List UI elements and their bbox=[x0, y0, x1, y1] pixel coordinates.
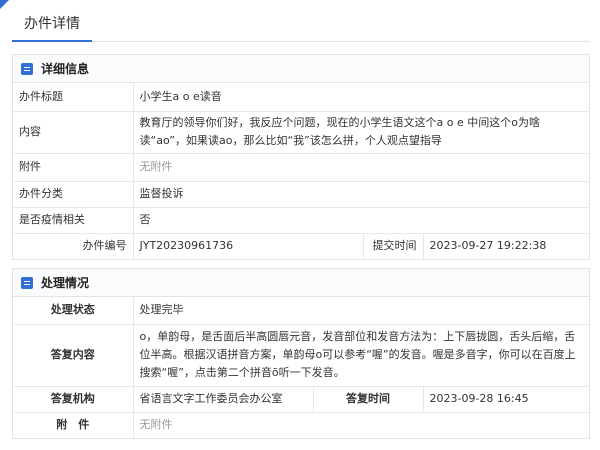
handling-panel-title: 处理情况 bbox=[41, 276, 90, 290]
attachment-value: 无附件 bbox=[132, 152, 589, 181]
content-label: 内容 bbox=[13, 110, 133, 153]
epidemic-label: 是否疫情相关 bbox=[13, 206, 133, 233]
handling-attachment-value: 无附件 bbox=[132, 411, 590, 438]
status-value: 处理完毕 bbox=[132, 297, 590, 324]
detail-table: 办件标题 小学生a o e读音 内容 教育厅的领导你们好，我反应个问题，现在的小… bbox=[13, 83, 589, 259]
handling-panel-header: 处理情况 bbox=[13, 269, 589, 297]
reply-label: 答复内容 bbox=[13, 323, 133, 386]
table-row: 答复内容 o，单韵母，是舌面后半高圆唇元音，发音部位和发音方法为：上下唇拢圆，舌… bbox=[13, 323, 590, 386]
table-row: 办件编号 JYT20230961736 提交时间 2023-09-27 19:2… bbox=[13, 232, 589, 259]
table-row: 办件分类 监督投诉 bbox=[13, 180, 589, 207]
title-value: 小学生a o e读音 bbox=[132, 83, 589, 111]
reply-time-label: 答复时间 bbox=[312, 385, 423, 412]
epidemic-value: 否 bbox=[132, 206, 589, 233]
submit-time-label: 提交时间 bbox=[362, 232, 423, 259]
title-underline bbox=[12, 40, 92, 42]
reply-time-value: 2023-09-28 16:45 bbox=[422, 385, 590, 412]
table-row: 办件标题 小学生a o e读音 bbox=[13, 83, 589, 111]
submit-time-value: 2023-09-27 19:22:38 bbox=[422, 232, 589, 259]
org-label: 答复机构 bbox=[13, 385, 133, 412]
title-divider bbox=[12, 41, 590, 42]
table-row: 内容 教育厅的领导你们好，我反应个问题，现在的小学生语文这个a o e 中间这个… bbox=[13, 110, 589, 153]
handling-panel: 处理情况 处理状态 处理完毕 答复内容 o，单韵母，是舌面后半高圆唇元音，发音部… bbox=[12, 268, 590, 439]
status-label: 处理状态 bbox=[50, 303, 95, 317]
handling-attachment-label: 附 件 bbox=[13, 411, 133, 438]
attachment-label: 附件 bbox=[13, 152, 133, 181]
detail-panel-header: 详细信息 bbox=[13, 55, 589, 83]
table-row: 附 件 无附件 bbox=[13, 411, 590, 438]
category-label: 办件分类 bbox=[13, 180, 133, 207]
table-row: 答复机构 省语言文字工作委员会办公室 答复时间 2023-09-28 16:45 bbox=[13, 385, 590, 412]
content-value: 教育厅的领导你们好，我反应个问题，现在的小学生语文这个a o e 中间这个o为啥… bbox=[132, 110, 589, 153]
list-icon bbox=[21, 62, 33, 75]
title-label: 办件标题 bbox=[19, 89, 63, 103]
table-row: 附件 无附件 bbox=[13, 152, 589, 181]
table-row: 是否疫情相关 否 bbox=[13, 206, 589, 233]
number-value: JYT20230961736 bbox=[132, 232, 363, 259]
number-label: 办件编号 bbox=[13, 232, 133, 259]
corner-accent bbox=[0, 0, 9, 9]
category-value: 监督投诉 bbox=[132, 180, 589, 207]
handling-table: 处理状态 处理完毕 答复内容 o，单韵母，是舌面后半高圆唇元音，发音部位和发音方… bbox=[13, 297, 590, 438]
reply-value: o，单韵母，是舌面后半高圆唇元音，发音部位和发音方法为：上下唇拢圆，舌头后缩，舌… bbox=[132, 323, 590, 386]
detail-panel-title: 详细信息 bbox=[41, 62, 90, 76]
detail-panel: 详细信息 办件标题 小学生a o e读音 内容 教育厅的领导你们好，我反应个问题… bbox=[12, 54, 590, 260]
page-title: 办件详情 bbox=[24, 16, 80, 32]
list-icon bbox=[21, 276, 33, 289]
table-row: 处理状态 处理完毕 bbox=[13, 297, 590, 324]
org-value: 省语言文字工作委员会办公室 bbox=[132, 385, 313, 412]
